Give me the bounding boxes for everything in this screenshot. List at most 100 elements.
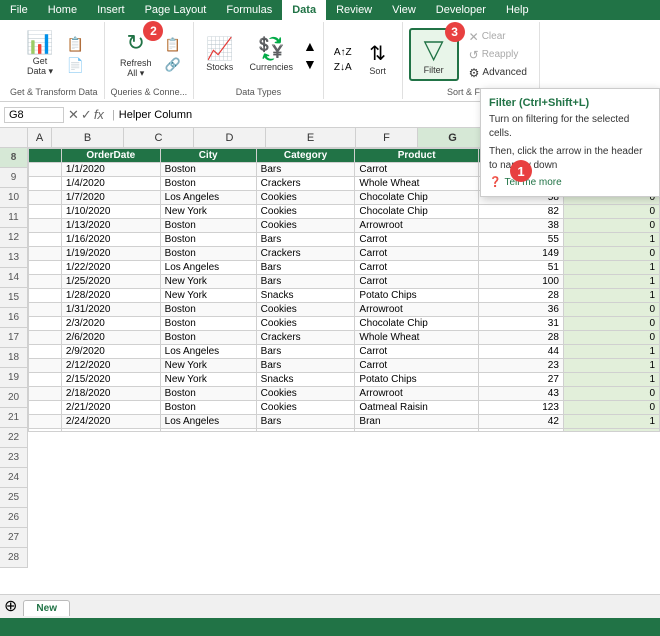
cell-f17[interactable]: 100 <box>478 275 563 289</box>
cell-a28[interactable] <box>29 429 62 432</box>
cell-f27[interactable]: 42 <box>478 415 563 429</box>
tab-data[interactable]: Data <box>282 0 326 20</box>
edit-links-button[interactable]: 🔗 <box>161 56 183 74</box>
tab-review[interactable]: Review <box>326 0 382 20</box>
tab-page-layout[interactable]: Page Layout <box>135 0 217 20</box>
sort-az[interactable]: A↑Z <box>330 46 356 59</box>
cell-e15[interactable]: Carrot <box>355 247 478 261</box>
cell-c12[interactable]: New York <box>160 205 256 219</box>
cell-e26[interactable]: Oatmeal Raisin <box>355 401 478 415</box>
row-header-11[interactable]: 11 <box>0 208 28 228</box>
cell-c21[interactable]: Boston <box>160 331 256 345</box>
cell-f20[interactable]: 31 <box>478 317 563 331</box>
row-header-14[interactable]: 14 <box>0 268 28 288</box>
cell-a16[interactable] <box>29 261 62 275</box>
tab-view[interactable]: View <box>382 0 426 20</box>
cell-g13[interactable]: 0 <box>563 219 659 233</box>
cell-e22[interactable]: Carrot <box>355 345 478 359</box>
cell-f24[interactable]: 27 <box>478 373 563 387</box>
new-query-button[interactable]: 📋 <box>64 35 87 54</box>
row-header-17[interactable]: 17 <box>0 328 28 348</box>
cell-f26[interactable]: 123 <box>478 401 563 415</box>
cell-e12[interactable]: Chocolate Chip <box>355 205 478 219</box>
cell-f15[interactable]: 149 <box>478 247 563 261</box>
row-header-25[interactable]: 25 <box>0 488 28 508</box>
cell-b23[interactable]: 2/12/2020 <box>61 359 160 373</box>
cell-e16[interactable]: Carrot <box>355 261 478 275</box>
col-header-F[interactable]: F <box>356 128 418 148</box>
cell-f12[interactable]: 82 <box>478 205 563 219</box>
col-header-D[interactable]: D <box>194 128 266 148</box>
cell-g12[interactable]: 0 <box>563 205 659 219</box>
row-header-16[interactable]: 16 <box>0 308 28 328</box>
cell-a21[interactable] <box>29 331 62 345</box>
cell-g27[interactable]: 1 <box>563 415 659 429</box>
cell-b8[interactable]: OrderDate <box>61 149 160 163</box>
row-header-23[interactable]: 23 <box>0 448 28 468</box>
row-header-26[interactable]: 26 <box>0 508 28 528</box>
col-header-G[interactable]: G <box>418 128 488 148</box>
cell-c9[interactable]: Boston <box>160 163 256 177</box>
cell-b18[interactable]: 1/28/2020 <box>61 289 160 303</box>
cell-a12[interactable] <box>29 205 62 219</box>
cancel-formula-icon[interactable]: ✕ <box>68 107 79 123</box>
cell-f28[interactable] <box>478 429 563 432</box>
cell-d20[interactable]: Cookies <box>256 317 355 331</box>
row-header-19[interactable]: 19 <box>0 368 28 388</box>
reapply-button[interactable]: ↺ Reapply <box>465 47 531 63</box>
get-data-button[interactable]: 📊 GetData ▾ <box>20 27 59 83</box>
cell-c24[interactable]: New York <box>160 373 256 387</box>
cell-reference[interactable] <box>4 107 64 123</box>
cell-g14[interactable]: 1 <box>563 233 659 247</box>
cell-a25[interactable] <box>29 387 62 401</box>
refresh-all-button[interactable]: ↻ RefreshAll ▾ 2 <box>114 27 158 83</box>
cell-f13[interactable]: 38 <box>478 219 563 233</box>
cell-e19[interactable]: Arrowroot <box>355 303 478 317</box>
cell-e27[interactable]: Bran <box>355 415 478 429</box>
cell-b13[interactable]: 1/13/2020 <box>61 219 160 233</box>
cell-d14[interactable]: Bars <box>256 233 355 247</box>
data-type-up[interactable]: ▲ <box>303 38 317 54</box>
cell-b27[interactable]: 2/24/2020 <box>61 415 160 429</box>
cell-e21[interactable]: Whole Wheat <box>355 331 478 345</box>
cell-g16[interactable]: 1 <box>563 261 659 275</box>
currencies-button[interactable]: 💱 Currencies <box>243 27 299 83</box>
cell-b12[interactable]: 1/10/2020 <box>61 205 160 219</box>
cell-d12[interactable]: Cookies <box>256 205 355 219</box>
cell-f14[interactable]: 55 <box>478 233 563 247</box>
cell-a17[interactable] <box>29 275 62 289</box>
cell-b26[interactable]: 2/21/2020 <box>61 401 160 415</box>
cell-f18[interactable]: 28 <box>478 289 563 303</box>
filter-button[interactable]: ▽ Filter 3 <box>409 28 459 81</box>
cell-f21[interactable]: 28 <box>478 331 563 345</box>
cell-e24[interactable]: Potato Chips <box>355 373 478 387</box>
row-header-22[interactable]: 22 <box>0 428 28 448</box>
tab-developer[interactable]: Developer <box>426 0 496 20</box>
cell-a19[interactable] <box>29 303 62 317</box>
cell-b16[interactable]: 1/22/2020 <box>61 261 160 275</box>
cell-d9[interactable]: Bars <box>256 163 355 177</box>
cell-b21[interactable]: 2/6/2020 <box>61 331 160 345</box>
col-header-C[interactable]: C <box>124 128 194 148</box>
cell-d24[interactable]: Snacks <box>256 373 355 387</box>
cell-d28[interactable] <box>256 429 355 432</box>
cell-a27[interactable] <box>29 415 62 429</box>
cell-a20[interactable] <box>29 317 62 331</box>
cell-e11[interactable]: Chocolate Chip <box>355 191 478 205</box>
cell-d22[interactable]: Bars <box>256 345 355 359</box>
cell-b19[interactable]: 1/31/2020 <box>61 303 160 317</box>
cell-b17[interactable]: 1/25/2020 <box>61 275 160 289</box>
cell-g24[interactable]: 1 <box>563 373 659 387</box>
cell-g21[interactable]: 0 <box>563 331 659 345</box>
cell-c10[interactable]: Boston <box>160 177 256 191</box>
cell-d19[interactable]: Cookies <box>256 303 355 317</box>
cell-d15[interactable]: Crackers <box>256 247 355 261</box>
show-queries-button[interactable]: 📄 <box>64 56 87 75</box>
row-header-18[interactable]: 18 <box>0 348 28 368</box>
cell-d16[interactable]: Bars <box>256 261 355 275</box>
cell-d13[interactable]: Cookies <box>256 219 355 233</box>
cell-e8[interactable]: Product <box>355 149 478 163</box>
cell-c23[interactable]: New York <box>160 359 256 373</box>
cell-c8[interactable]: City <box>160 149 256 163</box>
cell-d27[interactable]: Bars <box>256 415 355 429</box>
